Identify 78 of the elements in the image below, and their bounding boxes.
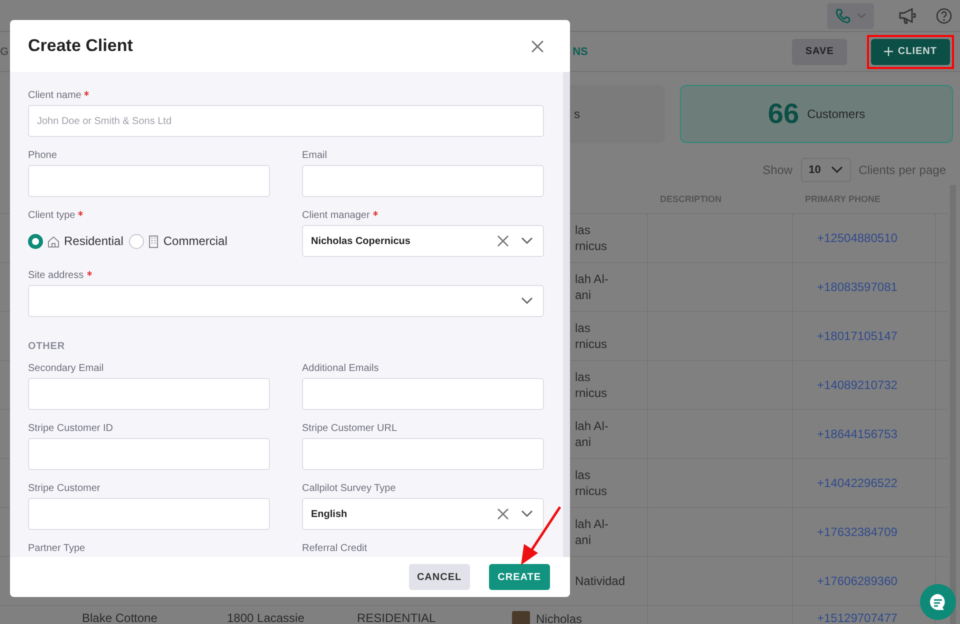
phone-icon (835, 8, 851, 24)
table-cell: las rnicus (575, 320, 608, 352)
field-label: Referral Credit (302, 543, 368, 554)
table-cell: las rnicus (575, 222, 608, 254)
building-icon (148, 234, 160, 248)
phone-link[interactable]: +15129707477 (805, 611, 898, 624)
stat-card[interactable]: 66 Customers (680, 85, 953, 143)
select-field[interactable]: Nicholas Copernicus (302, 225, 544, 257)
field-label: Partner Type (28, 543, 86, 554)
clear-icon[interactable] (497, 508, 509, 520)
text-field[interactable] (302, 438, 544, 470)
chat-icon (928, 592, 948, 612)
chat-button[interactable] (920, 584, 956, 620)
house-icon (47, 234, 60, 248)
chevron-down-icon (521, 237, 533, 245)
field-label: Client manager (302, 210, 370, 221)
phone-link[interactable]: +17606289360 (805, 574, 898, 588)
page-size-select[interactable]: 10 (800, 158, 851, 182)
text-field[interactable] (302, 378, 544, 410)
stat-value: 66 (768, 98, 800, 130)
table-cell: las rnicus (575, 369, 608, 401)
table-cell: Natividad (575, 573, 626, 589)
stat-label: s (574, 107, 580, 121)
table-cell: lah Al- ani (575, 271, 608, 303)
megaphone-icon[interactable] (898, 8, 916, 24)
field-label: Email (302, 150, 328, 161)
field-label: Client type (28, 210, 76, 221)
field-label: Phone (28, 150, 57, 161)
add-client-button[interactable]: CLIENT (870, 38, 950, 64)
field-label: Stripe Customer URL (302, 423, 398, 434)
tab-label[interactable]: NS (572, 46, 588, 58)
plus-icon (884, 47, 893, 56)
table-cell: Blake Cottone (82, 611, 158, 624)
chevron-down-icon (830, 166, 843, 174)
phone-link[interactable]: +14042296522 (805, 476, 898, 490)
field-label: Site address (28, 270, 84, 281)
field-label: Client name (28, 90, 82, 101)
phone-link[interactable]: +14089210732 (805, 378, 898, 392)
phone-link[interactable]: +17632384709 (805, 525, 898, 539)
chevron-down-icon (521, 297, 533, 305)
field-label: Stripe Customer ID (28, 423, 114, 434)
save-button[interactable]: SAVE (792, 38, 847, 64)
close-icon[interactable] (531, 40, 544, 52)
radio-option[interactable]: Residential (28, 234, 124, 248)
avatar (512, 611, 530, 624)
help-icon[interactable] (936, 8, 952, 24)
table-cell: las rnicus (575, 467, 608, 499)
text-field[interactable] (28, 498, 270, 530)
field-label: Additional Emails (302, 363, 379, 374)
table-cell: RESIDENTIAL (357, 611, 436, 624)
chevron-down-icon (857, 12, 866, 18)
table-cell: lah Al- ani (575, 516, 608, 548)
phone-link[interactable]: +18017105147 (805, 329, 898, 343)
text-field[interactable] (28, 378, 270, 410)
text-field[interactable]: John Doe or Smith & Sons Ltd (28, 105, 544, 137)
phone-link[interactable]: +18083597081 (805, 280, 898, 294)
text-field[interactable] (302, 165, 544, 197)
text-field[interactable] (28, 165, 270, 197)
dialog-title: Create Client (28, 36, 133, 56)
phone-menu-button[interactable] (827, 2, 874, 28)
section-heading: OTHER (28, 341, 66, 352)
chevron-down-icon (521, 510, 533, 518)
clear-icon[interactable] (497, 235, 509, 247)
select-field[interactable] (28, 285, 544, 317)
field-label: Secondary Email (28, 363, 104, 374)
field-label: Callpilot Survey Type (302, 483, 396, 494)
table-cell: 1800 Lacassie (227, 611, 304, 624)
phone-link[interactable]: +18644156753 (805, 427, 898, 441)
radio-option[interactable]: Commercial (129, 234, 228, 248)
cancel-button[interactable]: CANCEL (408, 564, 470, 590)
phone-link[interactable]: +12504880510 (805, 231, 898, 245)
table-cell: lah Al- ani (575, 418, 608, 450)
table-cell: Nicholas (536, 611, 582, 624)
create-button[interactable]: CREATE (488, 564, 550, 590)
stat-label: Customers (807, 107, 866, 121)
text-field[interactable] (28, 438, 270, 470)
select-field[interactable]: English (302, 498, 544, 530)
field-label: Stripe Customer (28, 483, 100, 494)
